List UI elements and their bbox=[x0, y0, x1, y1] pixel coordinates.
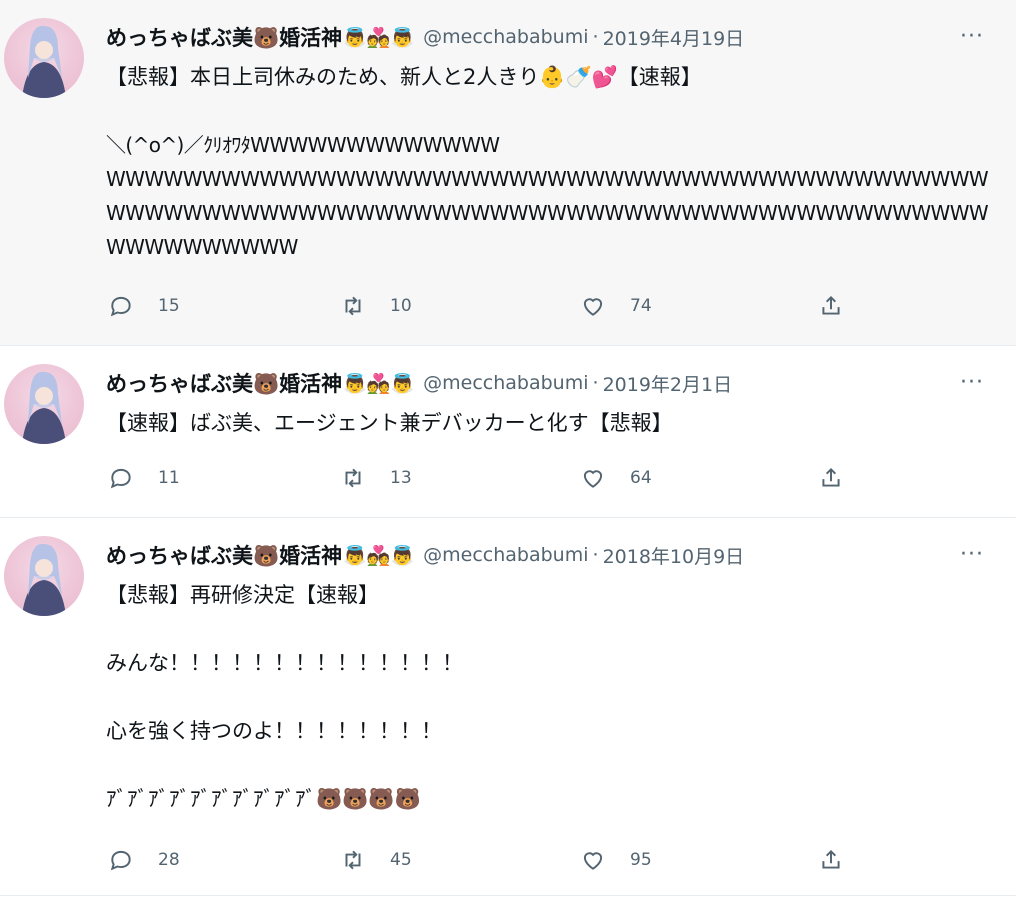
tweet-text: 【速報】ばぶ美、エージェント兼デバッカーと化す【悲報】 bbox=[106, 406, 996, 440]
retweet-button[interactable]: 13 bbox=[340, 460, 412, 496]
avatar[interactable] bbox=[4, 18, 84, 98]
tweet[interactable]: めっちゃばぶ美🐻婚活神 👼💑👼 @mecchababumi · 2019年4月1… bbox=[0, 0, 1016, 346]
heart-icon bbox=[583, 470, 603, 488]
tweet-text-line: ＼(^o^)／ｸﾘｵﾜﾀWWWWWWWWWWWWW WWWWWWWWWWWWWW… bbox=[106, 133, 989, 259]
separator-dot: · bbox=[592, 372, 599, 394]
reply-icon bbox=[110, 468, 131, 489]
reply-icon bbox=[110, 296, 131, 317]
tweet-date[interactable]: 2018年10月9日 bbox=[603, 542, 745, 569]
avatar[interactable] bbox=[4, 364, 84, 444]
share-icon bbox=[822, 467, 840, 487]
display-name[interactable]: めっちゃばぶ美🐻婚活神 bbox=[106, 22, 342, 52]
reply-button[interactable]: 11 bbox=[108, 460, 180, 496]
tweet-text-line: 【悲報】本日上司休みのため、新人と2人きり👶🍼💕【速報】 bbox=[106, 65, 702, 89]
retweet-icon bbox=[345, 850, 361, 870]
tweet-actions: 28 45 95 bbox=[0, 842, 1016, 878]
like-button[interactable]: 74 bbox=[580, 288, 652, 324]
tweet-date[interactable]: 2019年2月1日 bbox=[603, 370, 733, 397]
avatar[interactable] bbox=[4, 536, 84, 616]
separator-dot: · bbox=[592, 26, 599, 48]
tweet-header: めっちゃばぶ美🐻婚活神 👼💑👼 @mecchababumi · 2019年4月1… bbox=[106, 22, 744, 52]
tweet-text: 【悲報】再研修決定【速報】 みんな！！！！！！！！！！！！！！ 心を強く持つのよ… bbox=[106, 578, 996, 816]
badge-emojis: 👼💑👼 bbox=[343, 544, 415, 567]
share-icon bbox=[822, 295, 840, 315]
retweet-button[interactable]: 10 bbox=[340, 288, 412, 324]
retweet-count: 45 bbox=[390, 850, 412, 870]
user-handle[interactable]: @mecchababumi bbox=[423, 544, 588, 566]
tweet-text-line: みんな！！！！！！！！！！！！！！ bbox=[106, 651, 463, 675]
tweet[interactable]: めっちゃばぶ美🐻婚活神 👼💑👼 @mecchababumi · 2019年2月1… bbox=[0, 346, 1016, 518]
reply-count: 11 bbox=[158, 468, 180, 488]
reply-button[interactable]: 15 bbox=[108, 288, 180, 324]
more-options-icon[interactable]: ··· bbox=[958, 542, 986, 567]
retweet-count: 13 bbox=[390, 468, 412, 488]
heart-icon bbox=[583, 852, 603, 870]
share-button[interactable] bbox=[818, 460, 844, 496]
tweet-header: めっちゃばぶ美🐻婚活神 👼💑👼 @mecchababumi · 2019年2月1… bbox=[106, 368, 732, 398]
reply-button[interactable]: 28 bbox=[108, 842, 180, 878]
user-handle[interactable]: @mecchababumi bbox=[423, 26, 588, 48]
display-name[interactable]: めっちゃばぶ美🐻婚活神 bbox=[106, 540, 342, 570]
reply-count: 28 bbox=[158, 850, 180, 870]
retweet-button[interactable]: 45 bbox=[340, 842, 412, 878]
heart-icon bbox=[583, 298, 603, 316]
retweet-count: 10 bbox=[390, 296, 412, 316]
share-button[interactable] bbox=[818, 288, 844, 324]
like-button[interactable]: 95 bbox=[580, 842, 652, 878]
reply-count: 15 bbox=[158, 296, 180, 316]
tweet[interactable]: めっちゃばぶ美🐻婚活神 👼💑👼 @mecchababumi · 2018年10月… bbox=[0, 518, 1016, 896]
tweet-text: 【悲報】本日上司休みのため、新人と2人きり👶🍼💕【速報】 ＼(^o^)／ｸﾘｵﾜ… bbox=[106, 60, 996, 264]
tweet-actions: 15 10 74 bbox=[0, 288, 1016, 324]
user-handle[interactable]: @mecchababumi bbox=[423, 372, 588, 394]
like-count: 64 bbox=[630, 468, 652, 488]
tweet-date[interactable]: 2019年4月19日 bbox=[603, 24, 745, 51]
display-name[interactable]: めっちゃばぶ美🐻婚活神 bbox=[106, 368, 342, 398]
like-count: 95 bbox=[630, 850, 652, 870]
tweet-text-line: 【速報】ばぶ美、エージェント兼デバッカーと化す【悲報】 bbox=[106, 411, 673, 435]
like-count: 74 bbox=[630, 296, 652, 316]
badge-emojis: 👼💑👼 bbox=[343, 372, 415, 395]
tweet-text-line: 心を強く持つのよ！！！！！！！！ bbox=[106, 719, 442, 743]
more-options-icon[interactable]: ··· bbox=[958, 370, 986, 395]
more-options-icon[interactable]: ··· bbox=[958, 24, 986, 49]
share-icon bbox=[822, 849, 840, 869]
tweet-text-line: ｱﾞｱﾞｱﾞｱﾞｱﾞｱﾞｱﾞｱﾞｱﾞｱﾞ🐻🐻🐻🐻 bbox=[106, 787, 421, 811]
tweet-actions: 11 13 64 bbox=[0, 460, 1016, 496]
share-button[interactable] bbox=[818, 842, 844, 878]
like-button[interactable]: 64 bbox=[580, 460, 652, 496]
tweet-header: めっちゃばぶ美🐻婚活神 👼💑👼 @mecchababumi · 2018年10月… bbox=[106, 540, 744, 570]
reply-icon bbox=[110, 850, 131, 871]
tweet-text-line: 【悲報】再研修決定【速報】 bbox=[106, 583, 379, 607]
separator-dot: · bbox=[592, 544, 599, 566]
retweet-icon bbox=[345, 296, 361, 316]
retweet-icon bbox=[345, 468, 361, 488]
badge-emojis: 👼💑👼 bbox=[343, 26, 415, 49]
